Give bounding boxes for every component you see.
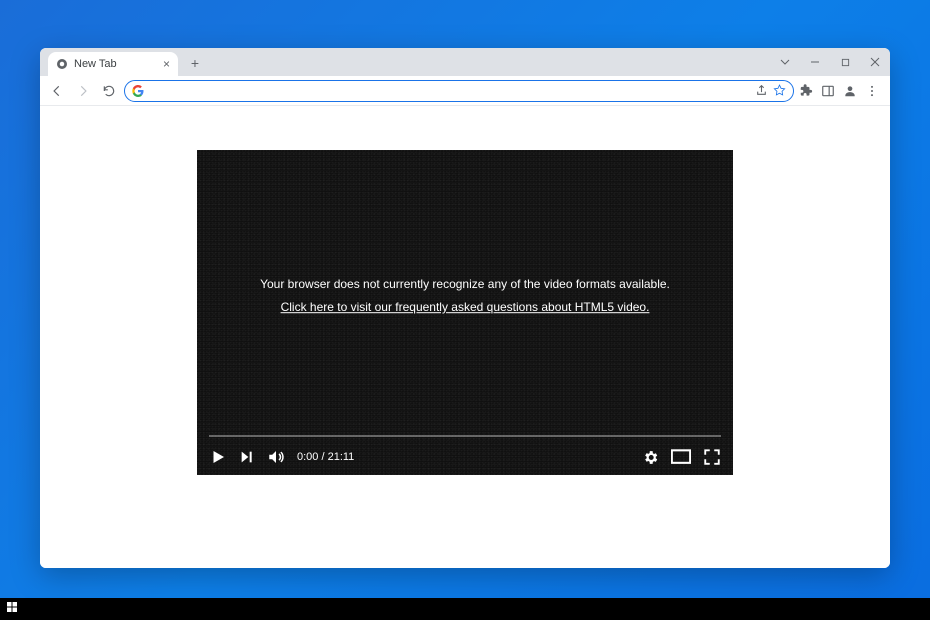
video-error-message: Your browser does not currently recogniz…: [224, 273, 706, 319]
titlebar: New Tab × +: [40, 48, 890, 76]
toolbar: [40, 76, 890, 106]
window-controls: [770, 48, 890, 76]
maximize-button[interactable]: [830, 48, 860, 76]
share-icon[interactable]: [753, 83, 769, 99]
google-g-icon: [131, 84, 145, 98]
error-faq-link[interactable]: Click here to visit our frequently asked…: [281, 300, 650, 314]
browser-tab[interactable]: New Tab ×: [48, 52, 178, 76]
settings-gear-icon[interactable]: [642, 449, 659, 466]
reload-button[interactable]: [98, 80, 120, 102]
error-text-line1: Your browser does not currently recogniz…: [224, 273, 706, 296]
minimize-button[interactable]: [800, 48, 830, 76]
chevron-down-icon[interactable]: [770, 48, 800, 76]
back-button[interactable]: [46, 80, 68, 102]
bookmark-star-icon[interactable]: [771, 83, 787, 99]
address-bar[interactable]: [124, 80, 794, 102]
theater-mode-icon[interactable]: [671, 449, 691, 465]
fullscreen-icon[interactable]: [703, 448, 721, 466]
side-panel-icon[interactable]: [820, 83, 836, 99]
extensions-icon[interactable]: [798, 83, 814, 99]
video-controls: 0:00 / 21:11: [197, 435, 733, 475]
taskbar: [0, 598, 930, 620]
close-tab-icon[interactable]: ×: [163, 57, 170, 71]
video-progress-bar[interactable]: [209, 435, 721, 437]
video-player: Your browser does not currently recogniz…: [197, 150, 733, 475]
menu-dots-icon[interactable]: [864, 83, 880, 99]
tab-title: New Tab: [74, 58, 117, 70]
close-window-button[interactable]: [860, 48, 890, 76]
start-button[interactable]: [6, 600, 18, 618]
volume-button[interactable]: [267, 448, 285, 466]
browser-window: New Tab × +: [40, 48, 890, 568]
new-tab-button[interactable]: +: [184, 52, 206, 74]
forward-button[interactable]: [72, 80, 94, 102]
url-input[interactable]: [151, 85, 747, 97]
next-button[interactable]: [239, 449, 255, 465]
play-button[interactable]: [209, 448, 227, 466]
profile-avatar-icon[interactable]: [842, 83, 858, 99]
chrome-favicon-icon: [56, 58, 68, 70]
page-content: Your browser does not currently recogniz…: [40, 106, 890, 568]
video-time: 0:00 / 21:11: [297, 451, 354, 463]
